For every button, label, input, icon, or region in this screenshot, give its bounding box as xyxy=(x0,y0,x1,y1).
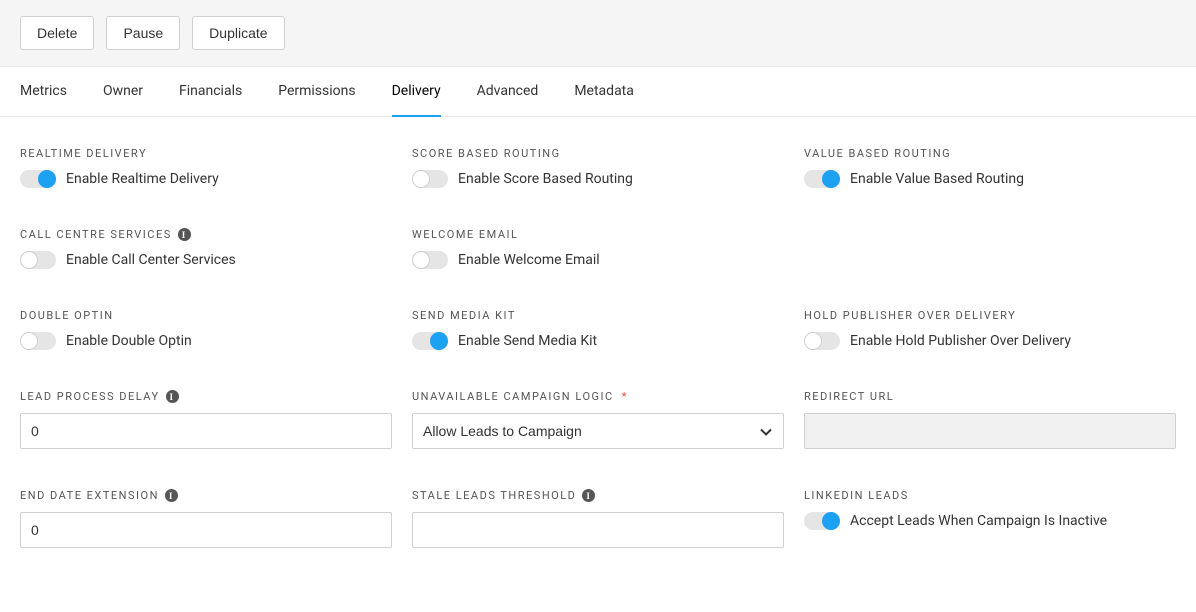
section-unavailable-campaign-logic: UNAVAILABLE CAMPAIGN LOGIC * Allow Leads… xyxy=(412,390,784,449)
tab-owner[interactable]: Owner xyxy=(103,67,143,117)
toggle-linkedin-leads[interactable] xyxy=(804,512,840,530)
tab-metadata[interactable]: Metadata xyxy=(574,67,634,117)
section-welcome-email: WELCOME EMAIL Enable Welcome Email xyxy=(412,228,784,269)
toggle-label-realtime-delivery: Enable Realtime Delivery xyxy=(66,171,219,187)
section-realtime-delivery: REALTIME DELIVERY Enable Realtime Delive… xyxy=(20,147,392,188)
input-lead-process-delay[interactable] xyxy=(20,413,392,449)
info-icon[interactable]: i xyxy=(165,489,178,502)
toggle-score-based-routing[interactable] xyxy=(412,170,448,188)
section-stale-leads-threshold: STALE LEADS THRESHOLD i xyxy=(412,489,784,548)
toggle-label-value-based-routing: Enable Value Based Routing xyxy=(850,171,1024,187)
label-call-centre-services: CALL CENTRE SERVICES i xyxy=(20,228,392,241)
delete-button[interactable]: Delete xyxy=(20,16,94,50)
toggle-label-welcome-email: Enable Welcome Email xyxy=(458,252,600,268)
section-end-date-extension: END DATE EXTENSION i xyxy=(20,489,392,548)
toggle-label-score-based-routing: Enable Score Based Routing xyxy=(458,171,633,187)
tab-metrics[interactable]: Metrics xyxy=(20,67,67,117)
section-value-based-routing: VALUE BASED ROUTING Enable Value Based R… xyxy=(804,147,1176,188)
toggle-welcome-email[interactable] xyxy=(412,251,448,269)
toggle-double-optin[interactable] xyxy=(20,332,56,350)
tab-financials[interactable]: Financials xyxy=(179,67,242,117)
label-redirect-url: REDIRECT URL xyxy=(804,390,1176,403)
section-linkedin-leads: LINKEDIN LEADS Accept Leads When Campaig… xyxy=(804,489,1176,548)
pause-button[interactable]: Pause xyxy=(106,16,180,50)
toggle-label-hold-publisher-over-delivery: Enable Hold Publisher Over Delivery xyxy=(850,333,1071,349)
label-value-based-routing: VALUE BASED ROUTING xyxy=(804,147,1176,160)
delivery-content: REALTIME DELIVERY Enable Realtime Delive… xyxy=(0,117,1196,578)
label-text-call-centre-services: CALL CENTRE SERVICES xyxy=(20,228,172,241)
label-hold-publisher-over-delivery: HOLD PUBLISHER OVER DELIVERY xyxy=(804,309,1176,322)
duplicate-button[interactable]: Duplicate xyxy=(192,16,284,50)
section-hold-publisher-over-delivery: HOLD PUBLISHER OVER DELIVERY Enable Hold… xyxy=(804,309,1176,350)
tab-delivery[interactable]: Delivery xyxy=(392,67,441,117)
label-realtime-delivery: REALTIME DELIVERY xyxy=(20,147,392,160)
toggle-send-media-kit[interactable] xyxy=(412,332,448,350)
section-double-optin: DOUBLE OPTIN Enable Double Optin xyxy=(20,309,392,350)
tab-permissions[interactable]: Permissions xyxy=(278,67,355,117)
label-unavailable-campaign-logic: UNAVAILABLE CAMPAIGN LOGIC * xyxy=(412,390,784,403)
select-unavailable-campaign-logic[interactable]: Allow Leads to Campaign xyxy=(412,413,784,449)
label-linkedin-leads: LINKEDIN LEADS xyxy=(804,489,1176,502)
input-redirect-url xyxy=(804,413,1176,449)
tab-advanced[interactable]: Advanced xyxy=(477,67,539,117)
input-end-date-extension[interactable] xyxy=(20,512,392,548)
label-score-based-routing: SCORE BASED ROUTING xyxy=(412,147,784,160)
section-send-media-kit: SEND MEDIA KIT Enable Send Media Kit xyxy=(412,309,784,350)
section-call-centre-services: CALL CENTRE SERVICES i Enable Call Cente… xyxy=(20,228,392,269)
label-double-optin: DOUBLE OPTIN xyxy=(20,309,392,322)
label-text-end-date-extension: END DATE EXTENSION xyxy=(20,489,159,502)
required-asterisk: * xyxy=(622,390,628,403)
info-icon[interactable]: i xyxy=(166,390,179,403)
toggle-call-centre-services[interactable] xyxy=(20,251,56,269)
toggle-label-double-optin: Enable Double Optin xyxy=(66,333,192,349)
toggle-label-call-centre-services: Enable Call Center Services xyxy=(66,252,236,268)
label-text-unavailable-campaign-logic: UNAVAILABLE CAMPAIGN LOGIC xyxy=(412,390,614,403)
info-icon[interactable]: i xyxy=(582,489,595,502)
toggle-label-send-media-kit: Enable Send Media Kit xyxy=(458,333,597,349)
input-stale-leads-threshold[interactable] xyxy=(412,512,784,548)
label-lead-process-delay: LEAD PROCESS DELAY i xyxy=(20,390,392,403)
toggle-value-based-routing[interactable] xyxy=(804,170,840,188)
label-text-stale-leads-threshold: STALE LEADS THRESHOLD xyxy=(412,489,576,502)
label-end-date-extension: END DATE EXTENSION i xyxy=(20,489,392,502)
toolbar: Delete Pause Duplicate xyxy=(0,0,1196,67)
label-text-lead-process-delay: LEAD PROCESS DELAY xyxy=(20,390,160,403)
label-stale-leads-threshold: STALE LEADS THRESHOLD i xyxy=(412,489,784,502)
section-redirect-url: REDIRECT URL xyxy=(804,390,1176,449)
toggle-label-linkedin-leads: Accept Leads When Campaign Is Inactive xyxy=(850,513,1107,529)
toggle-realtime-delivery[interactable] xyxy=(20,170,56,188)
section-lead-process-delay: LEAD PROCESS DELAY i xyxy=(20,390,392,449)
toggle-hold-publisher-over-delivery[interactable] xyxy=(804,332,840,350)
label-welcome-email: WELCOME EMAIL xyxy=(412,228,784,241)
empty-cell xyxy=(804,228,1176,269)
section-score-based-routing: SCORE BASED ROUTING Enable Score Based R… xyxy=(412,147,784,188)
tabs: Metrics Owner Financials Permissions Del… xyxy=(0,67,1196,117)
info-icon[interactable]: i xyxy=(178,228,191,241)
label-send-media-kit: SEND MEDIA KIT xyxy=(412,309,784,322)
